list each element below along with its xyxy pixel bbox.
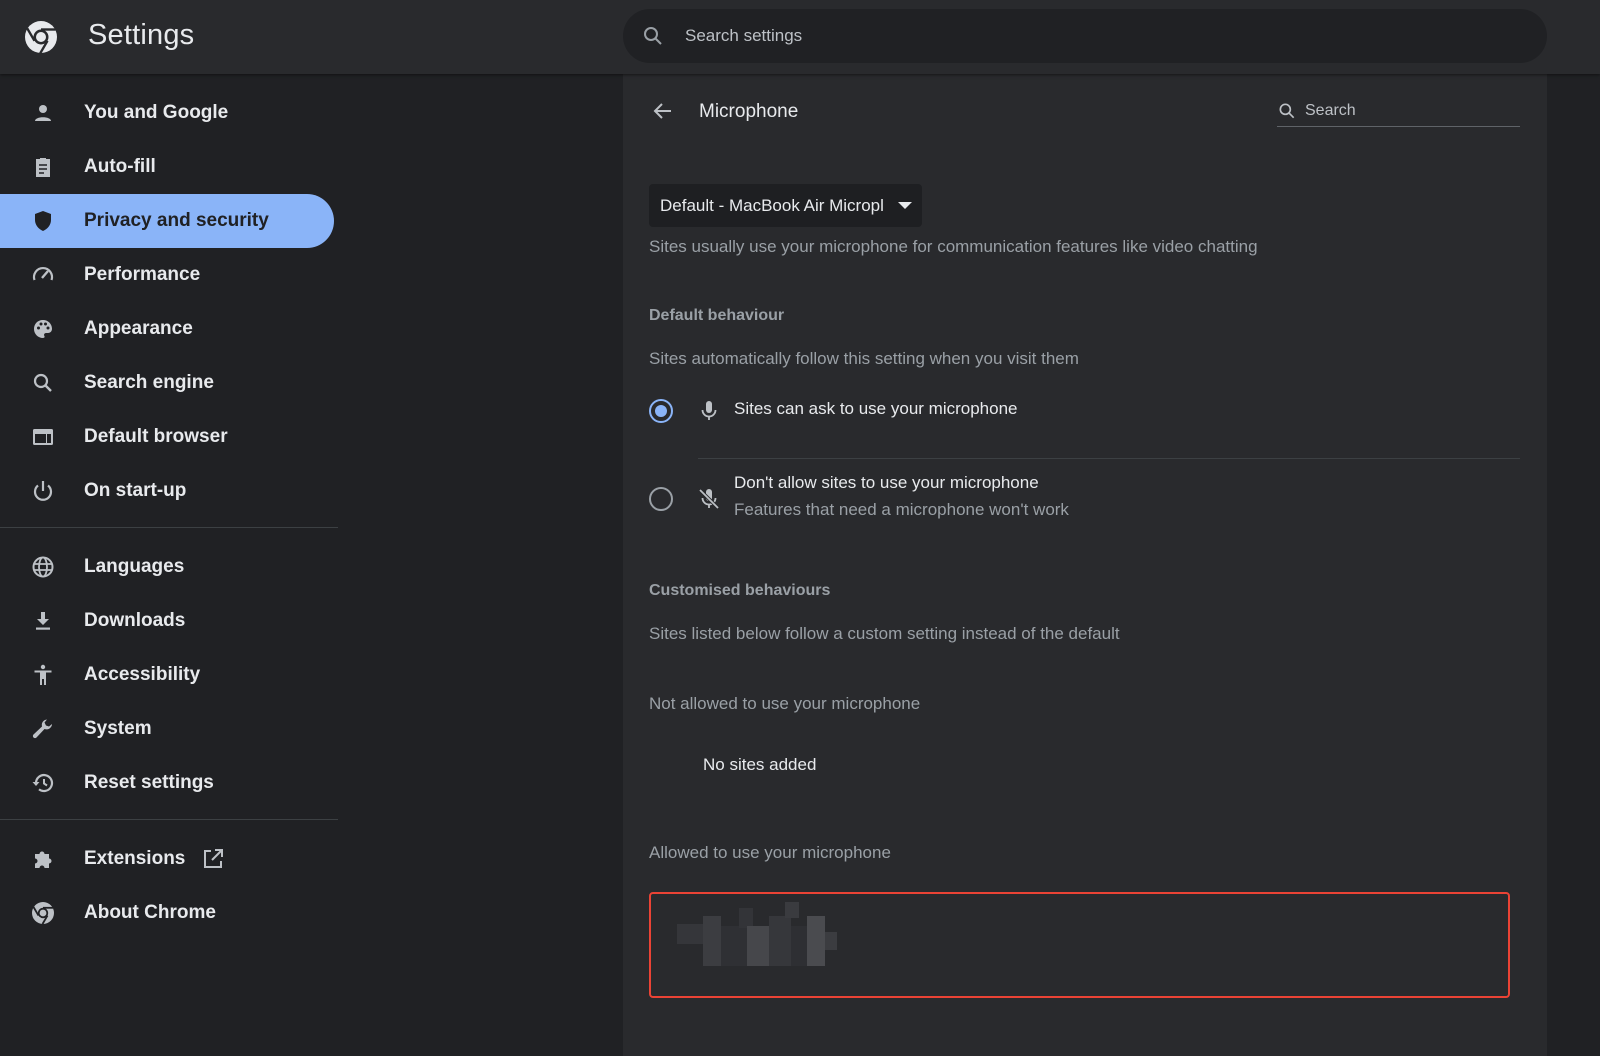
radio-option-sublabel: Features that need a microphone won't wo… (734, 500, 1069, 519)
radio-button-checked[interactable] (649, 399, 673, 423)
redacted-site-entry[interactable] (677, 902, 837, 966)
microphone-off-icon (698, 488, 720, 510)
power-icon (31, 479, 55, 503)
search-icon (31, 371, 55, 395)
no-sites-added-text: No sites added (703, 755, 817, 774)
sidebar-item-label: Auto-fill (84, 156, 156, 177)
microphone-search-box[interactable] (1277, 96, 1520, 127)
sidebar-item-reset-settings[interactable]: Reset settings (0, 756, 334, 810)
sidebar-item-search-engine[interactable]: Search engine (0, 356, 334, 410)
right-gutter (1547, 74, 1600, 1056)
sidebar-item-you-and-google[interactable]: You and Google (0, 86, 334, 140)
search-icon (644, 27, 662, 45)
sidebar-item-label: On start-up (84, 480, 187, 501)
settings-search-input[interactable] (685, 26, 1485, 46)
sidebar-item-appearance[interactable]: Appearance (0, 302, 334, 356)
clipboard-icon (31, 155, 55, 179)
sidebar-item-label: System (84, 718, 152, 739)
sidebar-item-system[interactable]: System (0, 702, 334, 756)
page-title: Microphone (699, 101, 799, 122)
option-divider (698, 458, 1520, 459)
microphone-search-input[interactable] (1305, 102, 1505, 120)
accessibility-icon (31, 663, 55, 687)
app-title: Settings (88, 19, 195, 51)
radio-option-label: Don't allow sites to use your microphone (734, 473, 1039, 492)
sidebar-item-label: You and Google (84, 102, 229, 123)
radio-option-sites-can-ask[interactable]: Sites can ask to use your microphone (649, 392, 1521, 442)
allowed-heading: Allowed to use your microphone (649, 843, 891, 862)
wrench-icon (31, 717, 55, 741)
sidebar-item-label: About Chrome (84, 902, 216, 923)
sidebar-item-extensions[interactable]: Extensions (0, 832, 334, 886)
top-bar: Settings (0, 0, 1600, 74)
sidebar-item-privacy-and-security[interactable]: Privacy and security (0, 194, 334, 248)
sidebar-divider (0, 527, 338, 528)
radio-option-label: Sites can ask to use your microphone (734, 399, 1018, 418)
sidebar-item-accessibility[interactable]: Accessibility (0, 648, 334, 702)
chrome-icon (31, 901, 55, 925)
sidebar-item-about-chrome[interactable]: About Chrome (0, 886, 334, 940)
sidebar-item-label: Default browser (84, 426, 228, 447)
person-icon (31, 101, 55, 125)
sidebar-item-on-start-up[interactable]: On start-up (0, 464, 334, 518)
settings-search-box[interactable] (623, 9, 1547, 63)
shield-icon (31, 209, 55, 233)
sidebar-item-autofill[interactable]: Auto-fill (0, 140, 334, 194)
sidebar-item-downloads[interactable]: Downloads (0, 594, 334, 648)
sidebar-item-label: Accessibility (84, 664, 201, 685)
dropdown-arrow-icon (898, 202, 912, 209)
download-icon (31, 609, 55, 633)
sidebar-divider (0, 819, 338, 820)
microphone-device-value: Default - MacBook Air Micropl (660, 195, 884, 215)
default-behaviour-description: Sites automatically follow this setting … (649, 349, 1079, 368)
sidebar-item-default-browser[interactable]: Default browser (0, 410, 334, 464)
sidebar-item-label: Extensions (84, 848, 186, 869)
device-description: Sites usually use your microphone for co… (649, 237, 1258, 256)
allowed-sites-list (649, 892, 1510, 998)
history-icon (31, 771, 55, 795)
puzzle-icon (31, 847, 55, 871)
sidebar-item-label: Reset settings (84, 772, 214, 793)
external-link-icon (204, 849, 223, 868)
sidebar-item-performance[interactable]: Performance (0, 248, 334, 302)
customised-behaviours-heading: Customised behaviours (649, 582, 831, 599)
not-allowed-heading: Not allowed to use your microphone (649, 694, 921, 713)
sidebar-item-label: Privacy and security (84, 210, 269, 231)
sidebar-item-label: Languages (84, 556, 185, 577)
palette-icon (31, 317, 55, 341)
microphone-settings-card: Microphone Default - MacBook Air Micropl… (623, 74, 1547, 1056)
search-icon (1279, 103, 1295, 119)
radio-button-unchecked[interactable] (649, 487, 673, 511)
microphone-device-select[interactable]: Default - MacBook Air Micropl (649, 184, 922, 227)
sidebar-item-label: Downloads (84, 610, 186, 631)
microphone-icon (701, 401, 717, 420)
speedometer-icon (31, 263, 55, 287)
default-behaviour-heading: Default behaviour (649, 307, 785, 324)
back-arrow-icon[interactable] (651, 99, 675, 123)
sidebar: You and Google Auto-fill Privacy and sec… (0, 74, 338, 1056)
radio-option-dont-allow[interactable]: Don't allow sites to use your microphone… (649, 468, 1521, 530)
sidebar-item-label: Search engine (84, 372, 214, 393)
sidebar-item-label: Performance (84, 264, 201, 285)
browser-icon (31, 425, 55, 449)
sidebar-item-languages[interactable]: Languages (0, 540, 334, 594)
globe-icon (31, 555, 55, 579)
customised-behaviours-description: Sites listed below follow a custom setti… (649, 624, 1120, 643)
sidebar-item-label: Appearance (84, 318, 193, 339)
chrome-logo-icon (25, 21, 57, 54)
